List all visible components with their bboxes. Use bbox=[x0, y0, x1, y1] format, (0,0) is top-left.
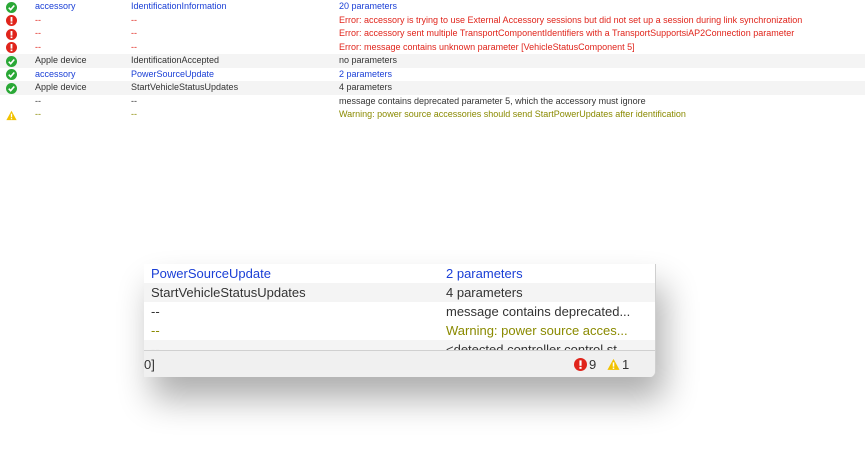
zoom-row[interactable]: -- Warning: power source acces... bbox=[144, 321, 655, 340]
log-source: accessory bbox=[35, 1, 76, 11]
log-source: -- bbox=[35, 109, 41, 119]
check-icon bbox=[6, 82, 17, 94]
error-count-badge[interactable]: 9 bbox=[574, 357, 596, 372]
log-message: IdentificationAccepted bbox=[131, 55, 220, 65]
check-icon bbox=[6, 69, 17, 80]
log-source: -- bbox=[35, 14, 41, 25]
log-source: -- bbox=[35, 41, 41, 52]
zoom-row[interactable]: StartVehicleStatusUpdates 4 parameters bbox=[144, 283, 655, 302]
log-source: Apple device bbox=[35, 82, 87, 92]
log-message: -- bbox=[131, 41, 137, 52]
zoom-message: StartVehicleStatusUpdates bbox=[151, 285, 306, 300]
log-message: -- bbox=[131, 109, 137, 119]
log-row[interactable]: -- -- Error: accessory is trying to use … bbox=[0, 14, 865, 28]
error-count: 9 bbox=[589, 357, 597, 372]
zoom-detail: message contains deprecated... bbox=[446, 304, 631, 319]
zoom-message: -- bbox=[151, 304, 160, 319]
log-detail: 2 parameters bbox=[339, 68, 393, 79]
zoom-detail: Warning: power source acces... bbox=[446, 323, 628, 338]
log-source: -- bbox=[35, 28, 41, 38]
error-icon bbox=[6, 42, 17, 53]
log-detail: message contains deprecated parameter 5,… bbox=[339, 95, 646, 106]
zoom-detail: <detected controller control st bbox=[446, 342, 617, 350]
error-icon bbox=[6, 15, 17, 26]
log-row[interactable]: accessory PowerSourceUpdate 2 parameters bbox=[0, 68, 865, 82]
zoom-detail: 4 parameters bbox=[446, 285, 523, 300]
log-row[interactable]: -- -- Error: accessory sent multiple Tra… bbox=[0, 27, 865, 41]
message-log: accessory IdentificationInformation 20 p… bbox=[0, 0, 865, 122]
log-message: IdentificationInformation bbox=[131, 1, 227, 11]
zoom-row[interactable]: -- message contains deprecated... bbox=[144, 302, 655, 321]
warning-count-badge[interactable]: 1 bbox=[607, 357, 629, 372]
log-message: PowerSourceUpdate bbox=[131, 68, 215, 79]
log-message: -- bbox=[131, 95, 137, 106]
status-bracket-text: 0] bbox=[144, 357, 155, 372]
zoom-message: -- bbox=[151, 323, 160, 338]
log-row[interactable]: -- -- Warning: power source accessories … bbox=[0, 108, 865, 122]
zoom-row[interactable]: PowerSourceUpdate 2 parameters bbox=[144, 264, 655, 283]
log-row[interactable]: Apple device StartVehicleStatusUpdates 4… bbox=[0, 81, 865, 95]
zoom-message: PowerSourceUpdate bbox=[151, 266, 271, 281]
log-source: accessory bbox=[35, 68, 76, 79]
log-message: StartVehicleStatusUpdates bbox=[131, 82, 239, 92]
log-row[interactable]: accessory IdentificationInformation 20 p… bbox=[0, 0, 865, 14]
zoom-message: -- bbox=[151, 342, 160, 350]
zoomed-log-view: PowerSourceUpdate 2 parameters StartVehi… bbox=[144, 264, 656, 377]
log-detail: Error: accessory sent multiple Transport… bbox=[339, 28, 795, 38]
log-row[interactable]: -- -- message contains deprecated parame… bbox=[0, 95, 865, 109]
warning-count: 1 bbox=[622, 357, 630, 372]
warning-icon bbox=[607, 358, 620, 370]
log-message: -- bbox=[131, 28, 137, 38]
log-row[interactable]: Apple device IdentificationAccepted no p… bbox=[0, 54, 865, 68]
status-bar: 0] 9 1 bbox=[144, 350, 655, 377]
check-icon bbox=[6, 55, 17, 67]
error-icon bbox=[6, 28, 17, 40]
log-row[interactable]: -- -- Error: message contains unknown pa… bbox=[0, 41, 865, 55]
log-detail: Error: accessory is trying to use Extern… bbox=[339, 14, 803, 25]
log-source: -- bbox=[35, 95, 41, 106]
warning-icon bbox=[6, 110, 17, 120]
log-detail: 20 parameters bbox=[339, 1, 398, 11]
log-detail: 4 parameters bbox=[339, 82, 393, 92]
log-detail: no parameters bbox=[339, 55, 398, 65]
log-detail: Warning: power source accessories should… bbox=[339, 109, 686, 119]
log-source: Apple device bbox=[35, 55, 87, 65]
zoom-row[interactable]: -- <detected controller control st bbox=[144, 340, 655, 350]
log-message: -- bbox=[131, 14, 137, 25]
zoom-detail: 2 parameters bbox=[446, 266, 523, 281]
check-icon bbox=[6, 1, 17, 13]
error-icon bbox=[574, 358, 587, 371]
log-detail: Error: message contains unknown paramete… bbox=[339, 41, 635, 52]
